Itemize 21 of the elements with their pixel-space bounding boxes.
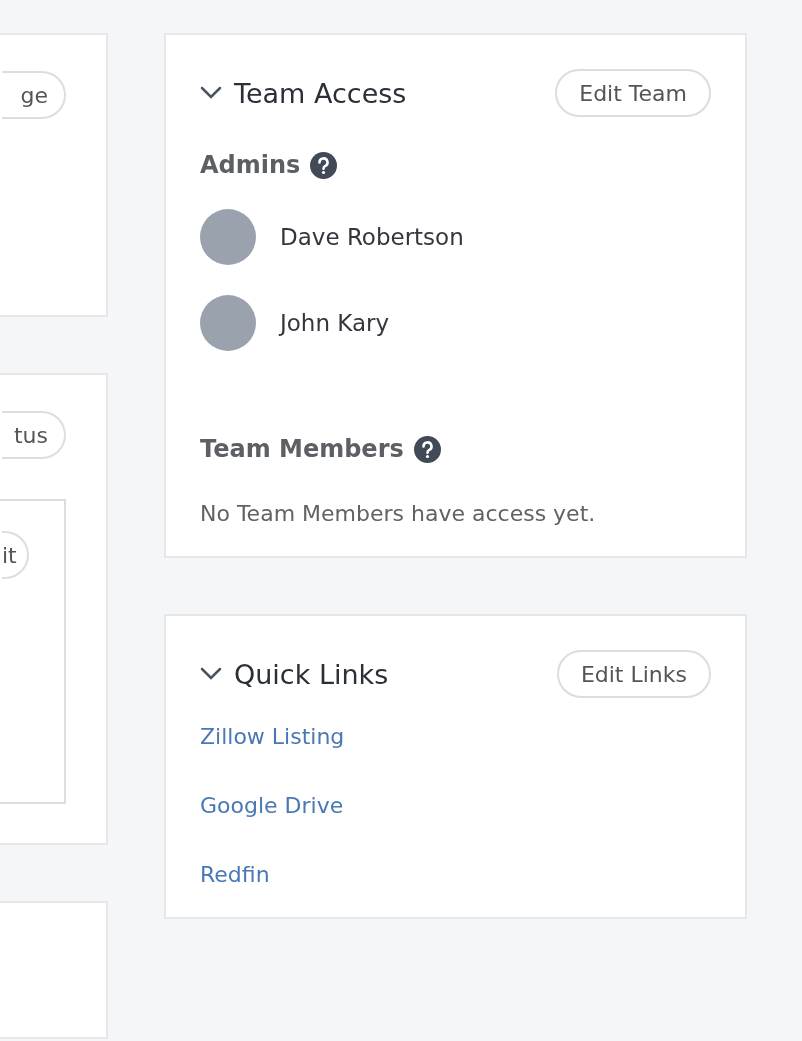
avatar <box>200 209 256 265</box>
section-title: Quick Links <box>234 658 389 690</box>
empty-message: No Team Members have access yet. <box>200 501 597 526</box>
section-heading: Team Members <box>200 435 404 463</box>
card-button[interactable]: ge <box>2 71 66 119</box>
quick-link[interactable]: Google Drive <box>200 793 344 818</box>
edit-button[interactable]: Edit Team <box>555 69 711 117</box>
admin-name: John Kary <box>280 310 390 336</box>
edit-button[interactable]: Edit Links <box>556 650 711 698</box>
admin-name: Dave Robertson <box>280 224 464 250</box>
chevron-down-icon[interactable] <box>200 667 222 681</box>
quick-link[interactable]: Redfin <box>200 862 270 887</box>
quick-link[interactable]: Zillow Listing <box>200 724 345 749</box>
section-heading: Admins <box>200 151 301 179</box>
inner-button[interactable]: it <box>2 531 29 579</box>
help-icon[interactable] <box>413 435 441 463</box>
chevron-down-icon[interactable] <box>200 86 222 100</box>
help-icon[interactable] <box>310 151 338 179</box>
card-button[interactable]: tus <box>2 411 66 459</box>
section-title: Team Access <box>234 77 407 109</box>
avatar <box>200 295 256 351</box>
